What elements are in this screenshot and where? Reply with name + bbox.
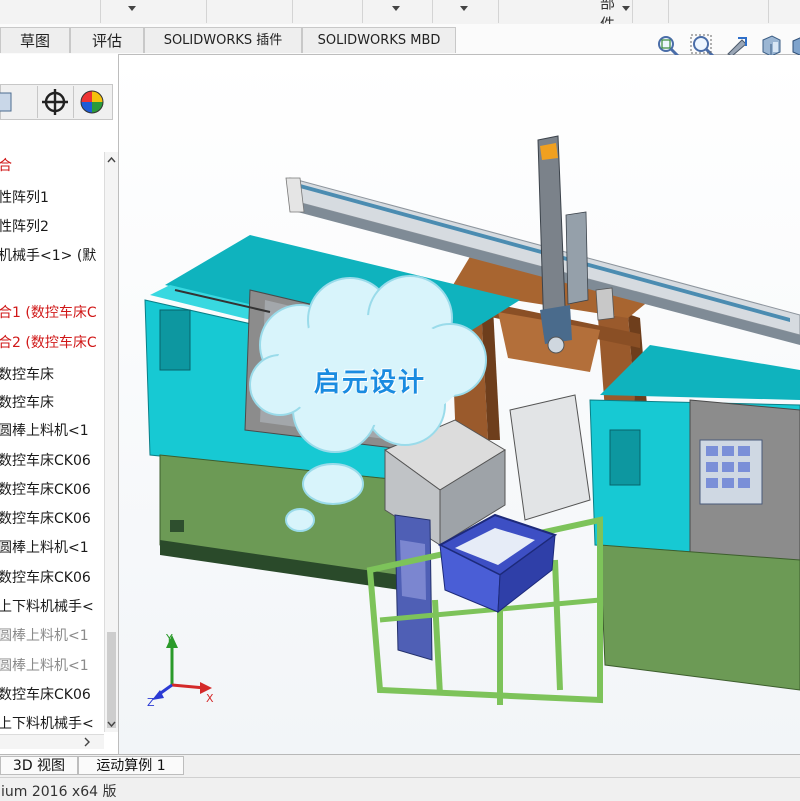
tree-item[interactable]: 数控车床 xyxy=(0,392,54,412)
bottom-tab-bar: 3D 视图 运动算例 1 xyxy=(0,754,800,777)
tree-horizontal-scrollbar[interactable] xyxy=(0,734,104,749)
tree-item[interactable]: 数控车床CK06 xyxy=(0,508,91,528)
appearance-icon xyxy=(80,90,104,114)
status-bar: ium 2016 x64 版 xyxy=(0,777,800,801)
chevron-down-icon[interactable] xyxy=(460,6,468,11)
toolbar-cell[interactable]: 部件 xyxy=(292,0,615,33)
tree-item[interactable]: 上下料机械手< xyxy=(0,713,94,732)
tree-item[interactable]: 圆棒上料机<1 xyxy=(0,420,89,440)
tree-item[interactable]: 圆棒上料机<1 xyxy=(0,537,89,557)
tree-item[interactable]: 性阵列2 xyxy=(0,216,49,236)
dimxpert-icon xyxy=(42,89,68,115)
tab-3d-view[interactable]: 3D 视图 xyxy=(0,756,78,775)
toolbar-cell xyxy=(0,0,101,23)
toolbar-cell[interactable] xyxy=(632,0,669,23)
tab-motion-study-1[interactable]: 运动算例 1 xyxy=(78,756,184,775)
tree-item[interactable]: 上下料机械手< xyxy=(0,596,94,616)
status-text: ium 2016 x64 版 xyxy=(1,784,117,800)
tree-item[interactable]: 圆棒上料机<1 xyxy=(0,655,89,675)
feature-tree: 合 性阵列1 性阵列2 机械手<1> (默 合1 (数控车床C 合2 (数控车床… xyxy=(0,152,104,732)
tree-item[interactable]: 合2 (数控车床C xyxy=(0,332,97,352)
toolbar-cell[interactable] xyxy=(668,0,769,23)
triad-z-label: Z xyxy=(147,696,155,709)
toolbar-cell[interactable] xyxy=(100,0,207,23)
chevron-up-icon[interactable] xyxy=(105,154,118,166)
watermark-text: 启元设计 xyxy=(313,368,426,398)
tree-vertical-scrollbar[interactable] xyxy=(104,152,118,732)
chevron-down-icon[interactable] xyxy=(622,6,630,11)
tree-item[interactable]: 数控车床CK06 xyxy=(0,684,91,704)
tree-item[interactable]: 数控车床CK06 xyxy=(0,479,91,499)
toolbar-cell[interactable] xyxy=(498,0,633,23)
tab-solidworks-mbd[interactable]: SOLIDWORKS MBD xyxy=(302,27,456,53)
toolbar-cell[interactable] xyxy=(432,0,499,23)
feature-manager-icon xyxy=(0,92,12,112)
chevron-down-icon[interactable] xyxy=(105,718,118,730)
tree-item[interactable]: 机械手<1> (默 xyxy=(0,245,96,265)
chevron-right-icon[interactable] xyxy=(80,735,94,749)
graphics-viewport[interactable]: Y X Z xyxy=(119,55,800,754)
tree-item[interactable]: 数控车床CK06 xyxy=(0,450,91,470)
triad-y-label: Y xyxy=(165,632,173,645)
tree-item[interactable]: 合 xyxy=(0,155,12,175)
scrollbar-thumb[interactable] xyxy=(107,632,116,728)
feature-manager-tab[interactable] xyxy=(0,86,38,118)
tree-item[interactable]: 性阵列1 xyxy=(0,187,49,207)
tree-item[interactable]: 圆棒上料机<1 xyxy=(0,625,89,645)
tab-solidworks-addins[interactable]: SOLIDWORKS 插件 xyxy=(144,27,302,53)
tab-sketch[interactable]: 草图 xyxy=(0,27,70,53)
toolbar-cell[interactable] xyxy=(206,0,293,23)
tab-evaluate[interactable]: 评估 xyxy=(70,27,144,53)
panel-tab-bar xyxy=(0,84,113,120)
tree-item[interactable]: 数控车床 xyxy=(0,364,54,384)
top-toolbar: 部件 xyxy=(0,0,800,33)
feature-manager-panel: 合 性阵列1 性阵列2 机械手<1> (默 合1 (数控车床C 合2 (数控车床… xyxy=(0,54,119,754)
dimxpert-tab[interactable] xyxy=(37,86,74,118)
chevron-down-icon[interactable] xyxy=(392,6,400,11)
appearance-tab[interactable] xyxy=(73,86,109,118)
tree-item[interactable]: 合1 (数控车床C xyxy=(0,302,97,322)
chevron-down-icon[interactable] xyxy=(128,6,136,11)
tree-item[interactable]: 数控车床CK06 xyxy=(0,567,91,587)
toolbar-cell[interactable] xyxy=(362,0,433,23)
triad-x-label: X xyxy=(206,692,214,705)
